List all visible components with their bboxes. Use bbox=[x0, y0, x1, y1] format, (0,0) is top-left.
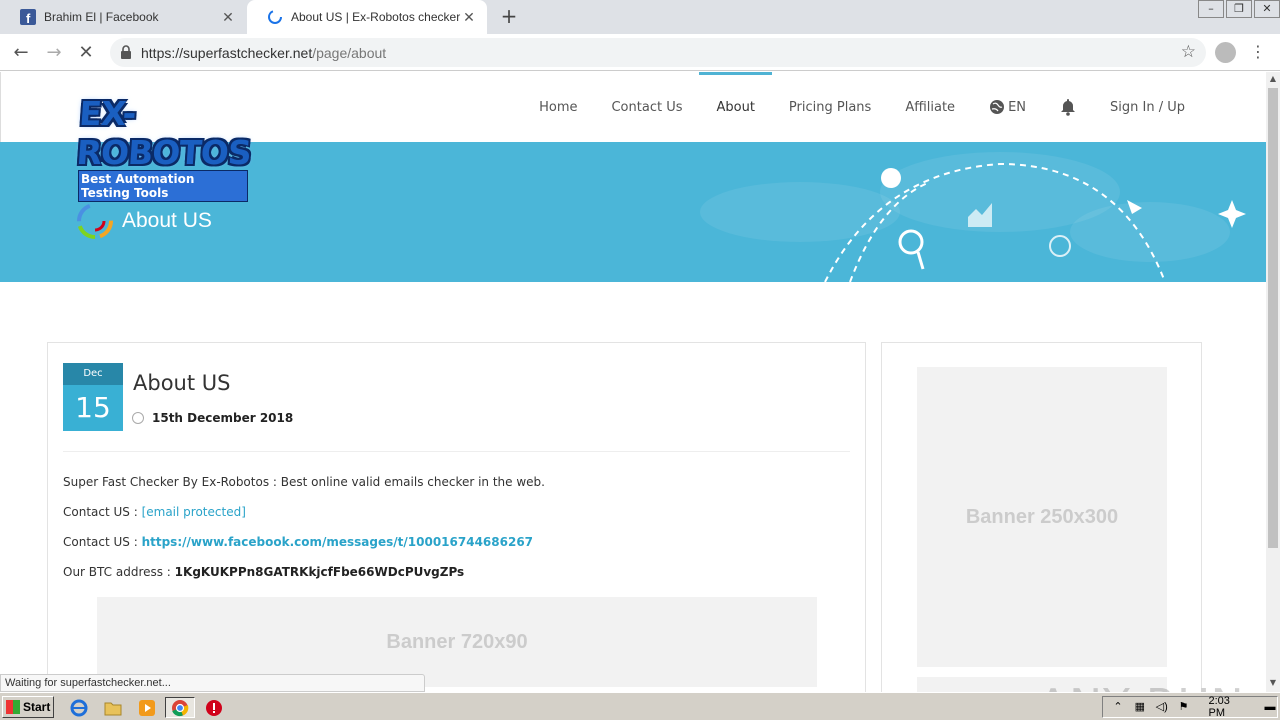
post-line-contact-facebook: Contact US : https://www.facebook.com/me… bbox=[63, 535, 534, 549]
start-button[interactable]: Start bbox=[2, 696, 54, 718]
post-card: Dec 15 About US 15th December 2018 Super… bbox=[47, 342, 866, 692]
show-desktop-icon[interactable]: ▬ bbox=[1263, 701, 1277, 713]
close-tab-icon[interactable]: ✕ bbox=[220, 9, 236, 26]
tab-title: About US | Ex-Robotos checker bbox=[291, 10, 461, 24]
post-title: About US bbox=[133, 371, 231, 395]
nav-sign-in[interactable]: Sign In / Up bbox=[1093, 72, 1202, 142]
post-date-text: 15th December 2018 bbox=[152, 411, 294, 425]
tray-clock[interactable]: 2:03 PM bbox=[1209, 695, 1250, 719]
browser-toolbar: ← → ✕ https://superfastchecker.net/page/… bbox=[0, 34, 1280, 71]
post-date: 15th December 2018 bbox=[132, 411, 293, 425]
chrome-icon[interactable] bbox=[165, 697, 195, 718]
post-line-btc: Our BTC address : 1KgKUKPPn8GATRKkjcfFbe… bbox=[63, 565, 465, 579]
media-player-icon[interactable] bbox=[132, 697, 162, 718]
btc-address: 1KgKUKPPn8GATRKkjcfFbe66WDcPUvgZPs bbox=[174, 565, 465, 579]
url-text: https://superfastchecker.net/page/about bbox=[141, 45, 387, 61]
date-day: 15 bbox=[63, 385, 123, 431]
logo-text: EX-ROBOTOS bbox=[75, 94, 253, 172]
post-line-description: Super Fast Checker By Ex-Robotos : Best … bbox=[63, 475, 545, 489]
divider bbox=[63, 451, 850, 452]
logo-tagline: Best Automation Testing Tools bbox=[78, 170, 248, 202]
banner-250x300[interactable]: Banner 250x300 bbox=[917, 367, 1167, 667]
volume-icon[interactable]: ◁) bbox=[1155, 701, 1169, 713]
system-tray: ⌃ ▦ ◁) ⚑ 2:03 PM ▬ bbox=[1102, 695, 1278, 719]
nav-pricing-plans[interactable]: Pricing Plans bbox=[772, 72, 888, 142]
tab-title: Brahim El | Facebook bbox=[44, 10, 159, 24]
windows-taskbar: Start ⌃ ▦ ◁) ⚑ 2:03 PM ▬ bbox=[0, 692, 1280, 720]
tab-facebook[interactable]: f Brahim El | Facebook ✕ bbox=[0, 0, 246, 34]
page-viewport: Home Contact Us About Pricing Plans Affi… bbox=[0, 72, 1266, 692]
anyrun-watermark: ANY RUN bbox=[1038, 680, 1245, 692]
menu-kebab-icon[interactable]: ⋮ bbox=[1250, 40, 1266, 64]
browser-tab-strip: f Brahim El | Facebook ✕ About US | Ex-R… bbox=[0, 0, 1280, 34]
svg-text:f: f bbox=[26, 11, 31, 25]
site-logo[interactable]: EX-ROBOTOS Best Automation Testing Tools bbox=[75, 94, 253, 202]
facebook-icon: f bbox=[20, 9, 36, 25]
email-link[interactable]: [email protected] bbox=[142, 505, 246, 519]
tab-about[interactable]: About US | Ex-Robotos checker ✕ bbox=[247, 0, 487, 34]
hero-title: About US bbox=[76, 202, 212, 240]
address-bar[interactable]: https://superfastchecker.net/page/about … bbox=[110, 38, 1206, 67]
window-controls: – ❐ ✕ bbox=[1196, 0, 1280, 22]
hero-title-text: About US bbox=[122, 209, 212, 232]
folder-icon[interactable] bbox=[98, 697, 128, 718]
restore-icon[interactable]: ❐ bbox=[1226, 0, 1252, 18]
action-center-flag-icon[interactable]: ⚑ bbox=[1177, 701, 1191, 713]
nav-about[interactable]: About bbox=[699, 72, 773, 142]
tray-expand-icon[interactable]: ⌃ bbox=[1111, 701, 1125, 713]
swirl-logo-icon bbox=[77, 203, 113, 239]
browser-status-bar: Waiting for superfastchecker.net... bbox=[0, 674, 425, 692]
windows-logo-icon bbox=[6, 700, 20, 714]
nav-notifications[interactable] bbox=[1043, 72, 1093, 142]
nav-home[interactable]: Home bbox=[522, 72, 594, 142]
facebook-link[interactable]: https://www.facebook.com/messages/t/1000… bbox=[142, 535, 533, 549]
bookmark-star-icon[interactable]: ☆ bbox=[1181, 42, 1196, 62]
back-icon[interactable]: ← bbox=[8, 40, 34, 66]
new-tab-button[interactable]: + bbox=[498, 5, 520, 27]
profile-avatar-icon[interactable] bbox=[1215, 42, 1236, 63]
nav-affiliate[interactable]: Affiliate bbox=[888, 72, 972, 142]
scrollbar-thumb[interactable] bbox=[1268, 88, 1278, 548]
date-badge: Dec 15 bbox=[63, 363, 123, 431]
loading-spinner-icon bbox=[267, 9, 283, 25]
clock-icon bbox=[132, 412, 144, 424]
close-window-icon[interactable]: ✕ bbox=[1254, 0, 1280, 18]
bell-icon bbox=[1061, 99, 1076, 116]
stop-loading-icon[interactable]: ✕ bbox=[73, 40, 99, 66]
close-tab-icon[interactable]: ✕ bbox=[461, 9, 477, 26]
stop-sign-icon[interactable] bbox=[199, 697, 229, 718]
post-line-contact-email: Contact US : [email protected] bbox=[63, 505, 246, 519]
page-scrollbar[interactable]: ▲ ▼ bbox=[1266, 72, 1280, 692]
scroll-up-icon[interactable]: ▲ bbox=[1266, 74, 1280, 88]
nav-contact-us[interactable]: Contact Us bbox=[594, 72, 699, 142]
minimize-icon[interactable]: – bbox=[1198, 0, 1224, 18]
nav-language[interactable]: EN bbox=[972, 72, 1043, 142]
ie-icon[interactable] bbox=[64, 697, 94, 718]
main-nav: Home Contact Us About Pricing Plans Affi… bbox=[522, 72, 1202, 142]
lock-icon bbox=[121, 45, 131, 59]
scroll-down-icon[interactable]: ▼ bbox=[1266, 678, 1280, 692]
sidebar-card: Banner 250x300 bbox=[881, 342, 1202, 692]
date-month: Dec bbox=[63, 363, 123, 385]
language-label: EN bbox=[1008, 99, 1027, 115]
forward-icon[interactable]: → bbox=[41, 40, 67, 66]
network-icon[interactable]: ▦ bbox=[1133, 701, 1147, 713]
globe-icon bbox=[990, 100, 1005, 114]
